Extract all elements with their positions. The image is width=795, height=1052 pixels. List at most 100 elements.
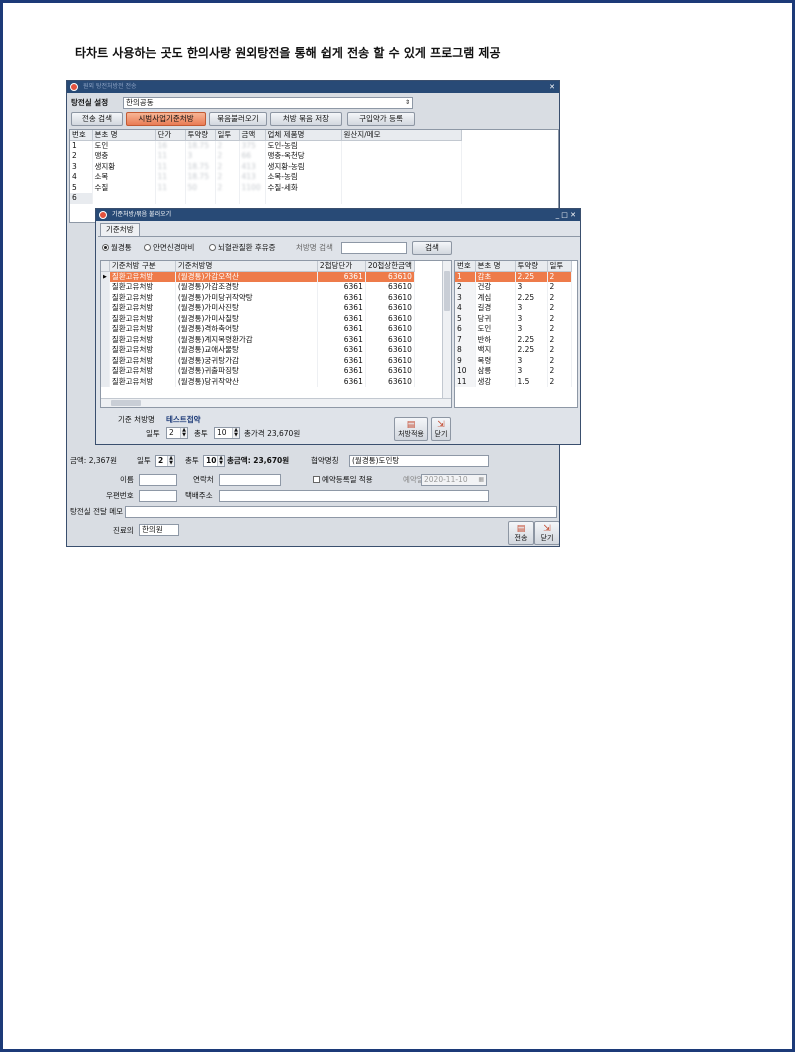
- herb-row[interactable]: 2 건강 3 2: [455, 282, 572, 293]
- reserve-date-picker[interactable]: 2020-11-10 ▦: [421, 474, 487, 486]
- row-indicator-icon: [101, 303, 110, 314]
- list-row[interactable]: 질환고유처방 (월경통)가미사진탕 6361 63610: [101, 303, 415, 314]
- window-controls-icon[interactable]: _ □ ✕: [556, 209, 576, 221]
- radio-stroke-sequelae[interactable]: 뇌혈관질환 후유증: [209, 242, 276, 253]
- main-window-titlebar[interactable]: 원외 탕전처방전 전송 ✕: [67, 81, 559, 93]
- dialog-close-button[interactable]: ⇲ 닫기: [431, 417, 451, 441]
- herb-cell: 1.5: [515, 376, 548, 387]
- scroll-thumb[interactable]: [111, 400, 141, 406]
- pilot-prescription-button[interactable]: 시범사업기준처방: [126, 112, 206, 126]
- herb-row[interactable]: 9 복령 3 2: [455, 355, 572, 366]
- radio-selected-icon[interactable]: [102, 244, 109, 251]
- prescription-search-button[interactable]: 검색: [412, 241, 452, 255]
- list-row[interactable]: 질환고유처방 (월경통)궁귀탕가감 6361 63610: [101, 355, 415, 366]
- row-indicator-icon: [101, 366, 110, 377]
- column-header[interactable]: 투약량: [515, 261, 548, 272]
- herb-composition-list[interactable]: 번호 본초 명 투약량 일투 1 감초 2.25 2 2 건강 3 2 3 계심 2.25 2 4 길경 3 2 5 당…: [454, 260, 578, 408]
- stepper-arrows-icon[interactable]: ▲ ▼: [180, 428, 187, 438]
- reserve-checkbox[interactable]: 예약등록일 적용: [313, 474, 373, 485]
- list-vertical-scrollbar[interactable]: [442, 261, 451, 399]
- herb-row[interactable]: 4 길경 3 2: [455, 303, 572, 314]
- list-cell: 63610: [365, 313, 415, 324]
- address-input[interactable]: [219, 490, 489, 502]
- list-cell: 6361: [317, 282, 366, 293]
- load-bundle-button[interactable]: 묶음불러오기: [209, 112, 267, 126]
- herb-row[interactable]: 8 백지 2.25 2: [455, 345, 572, 356]
- dialog-daily-stepper[interactable]: 2 ▲ ▼: [166, 427, 188, 439]
- list-row[interactable]: 질환고유처방 (월경통)교애사물탕 6361 63610: [101, 345, 415, 356]
- app-logo-icon: [70, 83, 78, 91]
- column-header[interactable]: 업체 제품명: [265, 130, 342, 141]
- send-button[interactable]: ▤ 전송: [508, 521, 534, 545]
- save-bundle-button[interactable]: 처방 묶음 저장: [270, 112, 342, 126]
- main-close-button[interactable]: ⇲ 닫기: [534, 521, 559, 545]
- table-cell: 6: [70, 193, 93, 204]
- column-header[interactable]: 본초 명: [475, 261, 516, 272]
- column-header[interactable]: 20첩상한금액: [365, 261, 415, 272]
- column-header[interactable]: 번호: [455, 261, 476, 272]
- herb-row[interactable]: 1 감초 2.25 2: [455, 271, 572, 282]
- list-row[interactable]: 질환고유처방 (월경통)가감조경탕 6361 63610: [101, 282, 415, 293]
- radio-icon[interactable]: [209, 244, 216, 251]
- list-row[interactable]: 질환고유처방 (월경통)가미사칠탕 6361 63610: [101, 313, 415, 324]
- dispensary-select[interactable]: 한의공동 ⇕: [123, 97, 413, 109]
- list-row[interactable]: 질환고유처방 (월경통)귀출파징탕 6361 63610: [101, 366, 415, 377]
- send-search-button[interactable]: 전송 검색: [71, 112, 123, 126]
- column-header[interactable]: 번호: [70, 130, 93, 141]
- herb-row[interactable]: 3 계심 2.25 2: [455, 292, 572, 303]
- column-header[interactable]: 기준처방명: [175, 261, 318, 272]
- table-row[interactable]: 4 소목 11 18.75 2 413 소목-농림: [70, 172, 462, 183]
- herb-row[interactable]: 11 생강 1.5 2: [455, 376, 572, 387]
- scroll-thumb[interactable]: [444, 271, 450, 311]
- radio-facial-palsy[interactable]: 안면신경마비: [144, 242, 194, 253]
- doctor-field[interactable]: 한의원: [139, 524, 179, 536]
- list-row[interactable]: 질환고유처방 (월경통)격하축어탕 6361 63610: [101, 324, 415, 335]
- herb-price-register-button[interactable]: 구입약가 등록: [347, 112, 415, 126]
- herb-row[interactable]: 6 도인 3 2: [455, 324, 572, 335]
- herb-row[interactable]: 5 당귀 3 2: [455, 313, 572, 324]
- radio-icon[interactable]: [144, 244, 151, 251]
- herb-row[interactable]: 10 삼릉 3 2: [455, 366, 572, 377]
- herb-cell: 2: [547, 271, 572, 282]
- agreement-field[interactable]: (월경통)도인탕: [349, 455, 489, 467]
- stepper-arrows-icon[interactable]: ▲ ▼: [167, 456, 174, 466]
- column-header[interactable]: 단가: [155, 130, 186, 141]
- tab-standard-prescription[interactable]: 기준처방: [100, 223, 140, 236]
- list-horizontal-scrollbar[interactable]: [101, 398, 451, 407]
- stepper-arrows-icon[interactable]: ▲ ▼: [232, 428, 239, 438]
- table-row[interactable]: 3 생지황 11 18.75 2 413 생지황-농림: [70, 161, 462, 172]
- dialog-daily-value: 2: [169, 428, 174, 437]
- column-header[interactable]: 원산지/메모: [341, 130, 462, 141]
- checkbox-icon[interactable]: [313, 476, 320, 483]
- list-row[interactable]: 질환고유처방 (월경통)계지복령환가감 6361 63610: [101, 334, 415, 345]
- column-header[interactable]: 일투: [547, 261, 572, 272]
- herb-row[interactable]: 7 반하 2.25 2: [455, 334, 572, 345]
- table-row[interactable]: 6: [70, 193, 462, 204]
- patient-name-input[interactable]: [139, 474, 177, 486]
- radio-menstrual[interactable]: 월경통: [102, 242, 132, 253]
- daily-dose-stepper[interactable]: 2 ▲ ▼: [155, 455, 175, 467]
- column-header[interactable]: 투약량: [185, 130, 216, 141]
- total-dose-stepper[interactable]: 10 ▲ ▼: [203, 455, 225, 467]
- column-header[interactable]: 2첩당단가: [317, 261, 366, 272]
- table-row[interactable]: 5 수질 11 50 2 1100 수질-세화: [70, 182, 462, 193]
- list-row[interactable]: 질환고유처방 (월경통)가미당귀작약탕 6361 63610: [101, 292, 415, 303]
- close-icon[interactable]: ✕: [549, 81, 555, 93]
- column-header[interactable]: 일투: [215, 130, 240, 141]
- apply-prescription-button[interactable]: ▤ 처방적용: [394, 417, 428, 441]
- memo-input[interactable]: [125, 506, 557, 518]
- table-row[interactable]: 2 맹충 11 3 2 66 맹충-옥천당: [70, 151, 462, 162]
- dialog-total-stepper[interactable]: 10 ▲ ▼: [214, 427, 240, 439]
- standard-prescription-list[interactable]: 기준처방 구분 기준처방명 2첩당단가 20첩상한금액 ▶ 질환고유처방 (월경통)가감오…: [100, 260, 452, 408]
- table-row[interactable]: 1 도인 16 18.75 2 375 도인-농림: [70, 140, 462, 151]
- column-header[interactable]: 기준처방 구분: [109, 261, 176, 272]
- list-row[interactable]: 질환고유처방 (월경통)당귀작약산 6361 63610: [101, 376, 415, 387]
- prescription-search-input[interactable]: [341, 242, 407, 254]
- stepper-arrows-icon[interactable]: ▲ ▼: [217, 456, 224, 466]
- column-header[interactable]: 본초 명: [92, 130, 156, 141]
- list-row[interactable]: ▶ 질환고유처방 (월경통)가감오적산 6361 63610: [101, 271, 415, 282]
- dialog-titlebar[interactable]: 기준처방/묶음 불러오기 _ □ ✕: [96, 209, 580, 221]
- column-header[interactable]: 금액: [239, 130, 266, 141]
- zipcode-input[interactable]: [139, 490, 177, 502]
- contact-input[interactable]: [219, 474, 281, 486]
